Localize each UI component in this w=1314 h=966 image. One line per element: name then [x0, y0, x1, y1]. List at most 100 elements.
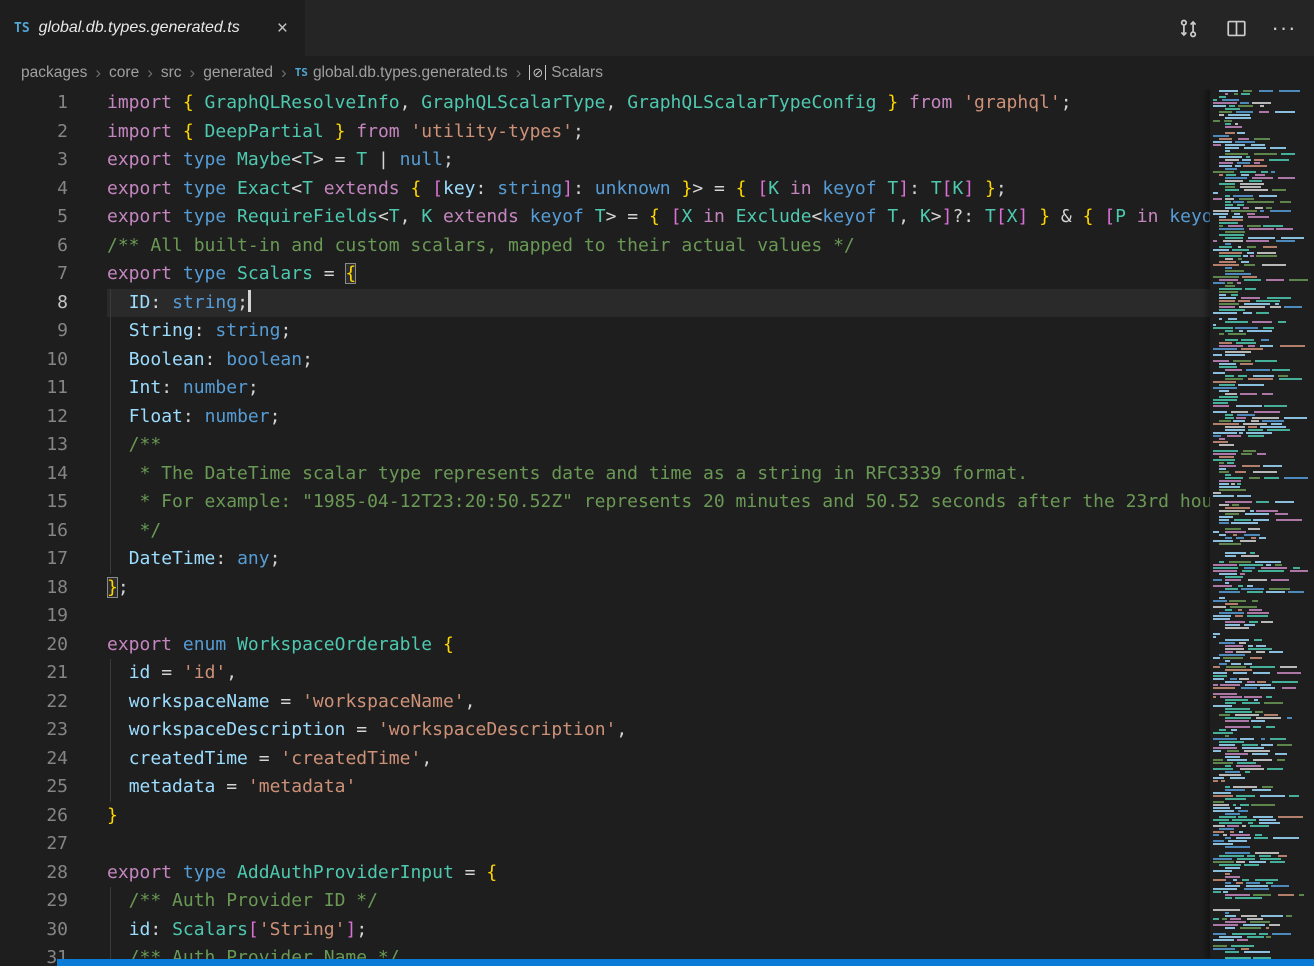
line-number: 20 — [0, 631, 68, 660]
code-text: DateTime: any; — [107, 545, 1210, 574]
breadcrumb-item-global-db-types-generated-ts[interactable]: TSglobal.db.types.generated.ts — [292, 64, 511, 82]
code-line-30[interactable]: 30 id: Scalars['String']; — [0, 916, 1210, 945]
minimap-line — [1210, 897, 1314, 899]
code-line-27[interactable]: 27 — [0, 830, 1210, 859]
minimap-line — [1210, 639, 1314, 641]
open-changes-button[interactable] — [1176, 16, 1200, 40]
breadcrumb-item-packages[interactable]: packages — [18, 64, 90, 82]
minimap-line — [1210, 105, 1314, 107]
minimap-line — [1210, 780, 1314, 782]
code-line-8[interactable]: 8 ID: string; — [0, 289, 1210, 318]
indent-guide — [110, 517, 111, 546]
indent-guide — [110, 659, 111, 688]
code-line-21[interactable]: 21 id = 'id', — [0, 659, 1210, 688]
breadcrumb-item-generated[interactable]: generated — [200, 64, 276, 82]
code-text: export type Scalars = { — [107, 260, 1210, 289]
split-editor-button[interactable] — [1224, 16, 1248, 40]
minimap-line — [1210, 912, 1314, 914]
code-line-23[interactable]: 23 workspaceDescription = 'workspaceDesc… — [0, 716, 1210, 745]
minimap-line — [1210, 267, 1314, 269]
minimap-line — [1210, 225, 1314, 227]
minimap-line — [1210, 462, 1314, 464]
minimap-line — [1210, 168, 1314, 170]
code-line-24[interactable]: 24 createdTime = 'createdTime', — [0, 745, 1210, 774]
code-line-1[interactable]: 1import { GraphQLResolveInfo, GraphQLSca… — [0, 89, 1210, 118]
minimap-line — [1210, 693, 1314, 695]
code-line-13[interactable]: 13 /** — [0, 431, 1210, 460]
minimap-line — [1210, 909, 1314, 911]
minimap-line — [1210, 777, 1314, 779]
code-line-25[interactable]: 25 metadata = 'metadata' — [0, 773, 1210, 802]
code-line-3[interactable]: 3export type Maybe<T> = T | null; — [0, 146, 1210, 175]
minimap-line — [1210, 798, 1314, 800]
code-line-22[interactable]: 22 workspaceName = 'workspaceName', — [0, 688, 1210, 717]
code-line-15[interactable]: 15 * For example: "1985-04-12T23:20:50.5… — [0, 488, 1210, 517]
minimap-line — [1210, 825, 1314, 827]
minimap-line — [1210, 126, 1314, 128]
code-line-9[interactable]: 9 String: string; — [0, 317, 1210, 346]
code-line-7[interactable]: 7export type Scalars = { — [0, 260, 1210, 289]
tab-global-db-types-generated[interactable]: TS global.db.types.generated.ts × — [0, 0, 306, 56]
code-line-19[interactable]: 19 — [0, 602, 1210, 631]
minimap-line — [1210, 129, 1314, 131]
minimap-line — [1210, 567, 1314, 569]
code-line-6[interactable]: 6/** All built-in and custom scalars, ma… — [0, 232, 1210, 261]
minimap-line — [1210, 333, 1314, 335]
minimap-line — [1210, 906, 1314, 908]
minimap[interactable] — [1210, 89, 1314, 959]
code-text: export type AddAuthProviderInput = { — [107, 859, 1210, 888]
minimap-line — [1210, 135, 1314, 137]
minimap-line — [1210, 615, 1314, 617]
code-line-17[interactable]: 17 DateTime: any; — [0, 545, 1210, 574]
code-line-12[interactable]: 12 Float: number; — [0, 403, 1210, 432]
minimap-line — [1210, 528, 1314, 530]
breadcrumb-item-core[interactable]: core — [106, 64, 142, 82]
minimap-line — [1210, 378, 1314, 380]
more-actions-button[interactable]: ··· — [1272, 16, 1296, 40]
minimap-line — [1210, 306, 1314, 308]
code-line-16[interactable]: 16 */ — [0, 517, 1210, 546]
minimap-line — [1210, 90, 1314, 92]
code-line-11[interactable]: 11 Int: number; — [0, 374, 1210, 403]
line-number: 21 — [0, 659, 68, 688]
minimap-line — [1210, 603, 1314, 605]
minimap-line — [1210, 423, 1314, 425]
minimap-line — [1210, 837, 1314, 839]
minimap-line — [1210, 834, 1314, 836]
code-line-5[interactable]: 5export type RequireFields<T, K extends … — [0, 203, 1210, 232]
code-line-26[interactable]: 26} — [0, 802, 1210, 831]
code-text: workspaceName = 'workspaceName', — [107, 688, 1210, 717]
minimap-line — [1210, 102, 1314, 104]
minimap-line — [1210, 855, 1314, 857]
line-number: 6 — [0, 232, 68, 261]
code-line-28[interactable]: 28export type AddAuthProviderInput = { — [0, 859, 1210, 888]
minimap-line — [1210, 432, 1314, 434]
line-number: 9 — [0, 317, 68, 346]
minimap-line — [1210, 252, 1314, 254]
code-line-4[interactable]: 4export type Exact<T extends { [key: str… — [0, 175, 1210, 204]
status-bar[interactable] — [57, 959, 1314, 966]
code-line-14[interactable]: 14 * The DateTime scalar type represents… — [0, 460, 1210, 489]
breadcrumb-item-scalars[interactable]: ⊘Scalars — [526, 64, 606, 82]
line-number: 29 — [0, 887, 68, 916]
minimap-line — [1210, 189, 1314, 191]
line-number: 10 — [0, 346, 68, 375]
code-text: id = 'id', — [107, 659, 1210, 688]
line-number: 19 — [0, 602, 68, 631]
minimap-line — [1210, 540, 1314, 542]
minimap-line — [1210, 357, 1314, 359]
minimap-line — [1210, 246, 1314, 248]
code-line-18[interactable]: 18}; — [0, 574, 1210, 603]
code-text: workspaceDescription = 'workspaceDescrip… — [107, 716, 1210, 745]
code-line-20[interactable]: 20export enum WorkspaceOrderable { — [0, 631, 1210, 660]
indent-guide — [110, 460, 111, 489]
minimap-line — [1210, 438, 1314, 440]
minimap-line — [1210, 93, 1314, 95]
code-line-29[interactable]: 29 /** Auth Provider ID */ — [0, 887, 1210, 916]
code-line-10[interactable]: 10 Boolean: boolean; — [0, 346, 1210, 375]
minimap-line — [1210, 717, 1314, 719]
breadcrumb-item-src[interactable]: src — [158, 64, 185, 82]
text-cursor — [248, 290, 251, 312]
tab-close-button[interactable]: × — [274, 17, 291, 40]
code-line-2[interactable]: 2import { DeepPartial } from 'utility-ty… — [0, 118, 1210, 147]
